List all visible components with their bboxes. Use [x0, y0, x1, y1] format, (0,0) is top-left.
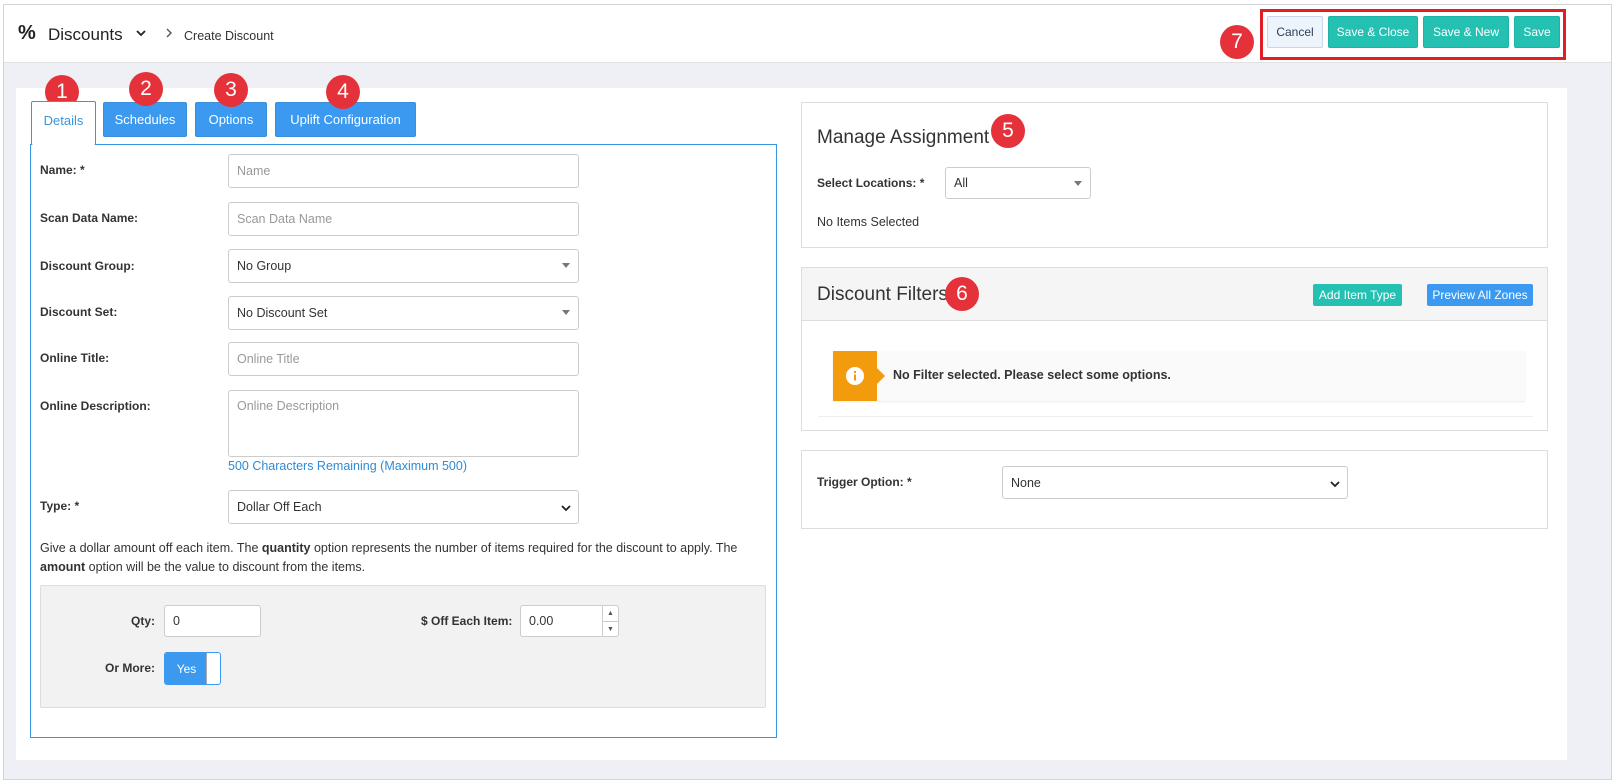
discount-group-label: Discount Group: — [40, 259, 135, 273]
spin-down-icon[interactable]: ▼ — [603, 621, 618, 636]
name-input[interactable]: Name — [228, 154, 579, 188]
select-locations-value: All — [954, 176, 968, 190]
no-items-selected: No Items Selected — [817, 215, 920, 229]
save-button[interactable]: Save — [1514, 16, 1560, 48]
save-and-new-button[interactable]: Save & New — [1423, 16, 1509, 48]
tab-details[interactable]: Details — [31, 101, 96, 145]
callout-badge-3: 3 — [214, 73, 248, 107]
online-description-label: Online Description: — [40, 399, 151, 413]
off-each-item-value: 0.00 — [529, 614, 554, 628]
type-label: Type: * — [40, 499, 80, 513]
off-each-item-label: $ Off Each Item: — [421, 614, 513, 628]
toggle-knob — [206, 653, 216, 684]
chevron-down-icon — [1330, 481, 1340, 488]
type-value: Dollar Off Each — [237, 500, 322, 514]
caret-down-icon — [562, 310, 570, 315]
qty-value: 0 — [173, 614, 180, 628]
callout-badge-6: 6 — [945, 277, 979, 311]
chevron-down-icon — [561, 505, 571, 512]
chevron-right-icon — [166, 28, 172, 38]
name-label: Name: * — [40, 163, 85, 177]
module-title[interactable]: Discounts — [48, 25, 123, 45]
online-description-placeholder: Online Description — [237, 399, 340, 413]
tab-options[interactable]: Options — [195, 102, 267, 137]
discount-set-select[interactable]: No Discount Set — [228, 296, 579, 330]
manage-assignment-title: Manage Assignment — [817, 127, 990, 148]
discount-group-value: No Group — [237, 259, 292, 273]
spin-up-icon[interactable]: ▲ — [603, 606, 618, 621]
quantity-options-box — [40, 585, 766, 708]
callout-badge-2: 2 — [129, 72, 163, 106]
discount-set-label: Discount Set: — [40, 305, 118, 319]
callout-badge-4: 4 — [326, 75, 360, 109]
qty-input[interactable]: 0 — [164, 605, 261, 637]
number-spinner[interactable]: ▲ ▼ — [602, 606, 618, 636]
type-help-text: Give a dollar amount off each item. The … — [40, 541, 738, 574]
or-more-toggle[interactable]: Yes — [164, 652, 221, 685]
add-item-type-button[interactable]: Add Item Type — [1313, 284, 1402, 306]
divider — [818, 416, 1533, 417]
caret-down-icon — [562, 263, 570, 268]
characters-remaining: 500 Characters Remaining (Maximum 500) — [228, 459, 467, 473]
info-icon — [833, 351, 877, 401]
no-filter-message: No Filter selected. Please select some o… — [893, 368, 1171, 382]
or-more-label: Or More: — [105, 661, 156, 675]
name-placeholder: Name — [237, 164, 271, 178]
save-and-close-button[interactable]: Save & Close — [1328, 16, 1418, 48]
tab-schedules[interactable]: Schedules — [103, 102, 187, 137]
online-title-label: Online Title: — [40, 351, 110, 365]
callout-badge-7: 7 — [1220, 25, 1254, 59]
off-each-item-input[interactable]: 0.00 ▲ ▼ — [520, 605, 619, 637]
trigger-option-label: Trigger Option: * — [817, 475, 912, 489]
trigger-option-select[interactable]: None — [1002, 466, 1348, 499]
select-locations-label: Select Locations: * — [817, 176, 925, 190]
online-title-input[interactable]: Online Title — [228, 342, 579, 376]
discount-group-select[interactable]: No Group — [228, 249, 579, 283]
trigger-option-value: None — [1011, 475, 1041, 490]
scan-data-name-label: Scan Data Name: — [40, 211, 139, 225]
caret-down-icon — [1074, 181, 1082, 186]
no-filter-alert: No Filter selected. Please select some o… — [833, 351, 1525, 401]
toggle-on-label: Yes — [165, 653, 208, 684]
qty-label: Qty: — [131, 614, 155, 628]
preview-all-zones-button[interactable]: Preview All Zones — [1427, 284, 1533, 306]
chevron-down-icon[interactable] — [135, 27, 147, 39]
discount-set-value: No Discount Set — [237, 306, 328, 320]
percent-icon: % — [18, 22, 36, 44]
online-title-placeholder: Online Title — [237, 352, 300, 366]
callout-badge-5: 5 — [991, 114, 1025, 148]
scan-data-name-placeholder: Scan Data Name — [237, 212, 333, 226]
discount-filters-title: Discount Filters — [817, 284, 948, 305]
breadcrumb-current: Create Discount — [184, 29, 274, 43]
cancel-button[interactable]: Cancel — [1267, 16, 1323, 48]
scan-data-name-input[interactable]: Scan Data Name — [228, 202, 579, 236]
type-select[interactable]: Dollar Off Each — [228, 490, 579, 524]
alert-arrow — [877, 368, 885, 384]
select-locations-select[interactable]: All — [945, 167, 1091, 199]
online-description-textarea[interactable]: Online Description — [228, 390, 579, 457]
